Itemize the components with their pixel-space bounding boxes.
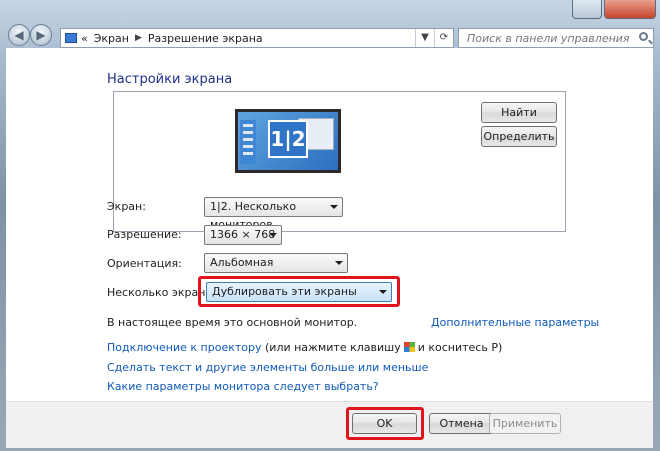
cancel-button[interactable]: Отмена (429, 413, 494, 434)
projector-hint-before: (или нажмите клавишу (265, 341, 401, 354)
display-select[interactable]: 1|2. Несколько мониторов (204, 197, 343, 231)
projector-link[interactable]: Подключение к проектору (107, 341, 262, 354)
orientation-value: Альбомная (210, 256, 274, 269)
find-button[interactable]: Найти (481, 102, 557, 123)
breadcrumb-item-display[interactable]: Экран (94, 32, 129, 45)
forward-button[interactable]: ▶ (30, 24, 52, 46)
search-input[interactable]: Поиск в панели управления (458, 28, 654, 48)
monitor-number-badge: 1|2 (268, 120, 308, 158)
chevron-right-icon[interactable]: ▶ (135, 33, 142, 43)
projector-hint-after: и коснитесь P) (417, 341, 503, 354)
resolution-value: 1366 × 768 (210, 228, 276, 241)
address-bar[interactable]: « Экран ▶ Разрешение экрана ▼ ⟳ (60, 28, 454, 48)
text-size-link[interactable]: Сделать текст и другие элементы больше и… (107, 361, 428, 374)
orientation-select[interactable]: Альбомная (204, 253, 348, 273)
search-placeholder: Поиск в панели управления (467, 32, 630, 45)
chevron-down-icon (269, 233, 277, 237)
main-monitor-text: В настоящее время это основной монитор. (107, 316, 358, 329)
highlight-box-ok (346, 407, 424, 440)
desktop-sidebar-icon (240, 120, 256, 164)
page-title: Настройки экрана (107, 72, 233, 87)
main-content: Настройки экрана 1|2 Найти Определить Эк… (6, 48, 653, 448)
forward-arrow-icon: ▶ (36, 28, 46, 42)
control-panel-icon (65, 33, 77, 43)
monitor-help-link[interactable]: Какие параметры монитора следует выбрать… (107, 380, 379, 393)
refresh-icon[interactable]: ⟳ (434, 29, 453, 47)
display-label: Экран: (107, 200, 146, 213)
highlight-box-multiple-displays (198, 276, 400, 307)
projector-row: Подключение к проектору (или нажмите кла… (107, 341, 502, 354)
windows-logo-icon (403, 342, 415, 352)
identify-button[interactable]: Определить (481, 126, 557, 147)
back-arrow-icon: ◀ (14, 28, 24, 42)
resolution-select[interactable]: 1366 × 768 (204, 225, 282, 245)
back-button[interactable]: ◀ (8, 24, 30, 46)
chevron-down-icon (330, 205, 338, 209)
search-icon[interactable] (639, 32, 648, 41)
apply-button[interactable]: Применить (489, 413, 561, 434)
orientation-label: Ориентация: (107, 257, 182, 270)
navigation-bar: ◀ ▶ « Экран ▶ Разрешение экрана ▼ ⟳ Поис… (0, 0, 660, 48)
chevron-down-icon (335, 261, 343, 265)
chevron-left-icon: « (81, 31, 88, 45)
resolution-label: Разрешение: (107, 228, 182, 241)
monitor-thumbnail[interactable]: 1|2 (235, 109, 341, 173)
breadcrumb-item-resolution[interactable]: Разрешение экрана (148, 32, 263, 45)
dropdown-history-icon[interactable]: ▼ (415, 29, 434, 47)
advanced-settings-link[interactable]: Дополнительные параметры (431, 316, 599, 329)
